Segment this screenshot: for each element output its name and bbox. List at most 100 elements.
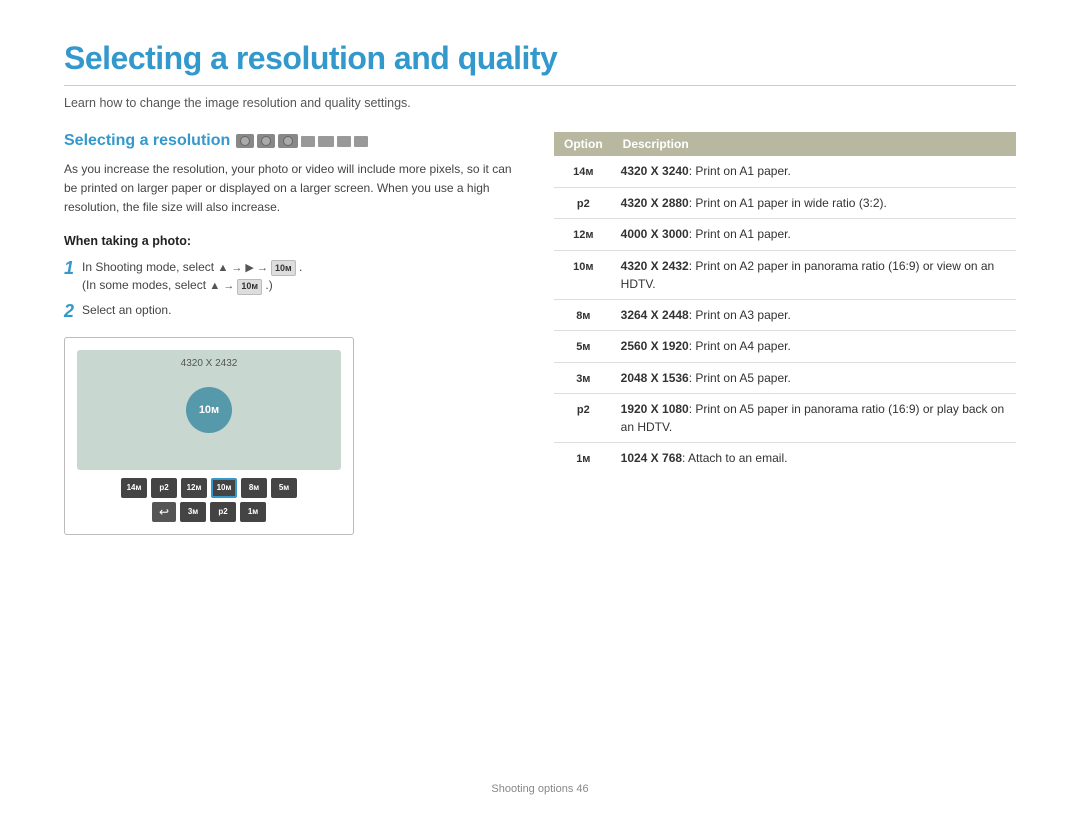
res-icon-0: 14м — [573, 164, 593, 181]
option-desc-cell: 3264 X 2448: Print on A3 paper. — [613, 299, 1016, 331]
res-icon-5: 5м — [576, 339, 590, 356]
table-row: 14м 4320 X 3240: Print on A1 paper. — [554, 156, 1016, 187]
step-2-text: Select an option. — [82, 301, 524, 319]
step-1-arrows: ▲ → ▶ → — [217, 262, 271, 274]
option-desc-cell: 4320 X 2880: Print on A1 paper in wide r… — [613, 187, 1016, 219]
table-row: 12м 4000 X 3000: Print on A1 paper. — [554, 219, 1016, 251]
res-icon-3: 10м — [573, 259, 593, 276]
option-resolution: 2560 X 1920 — [621, 339, 689, 353]
menu-row-2: ↩ 3м р2 1м — [77, 502, 341, 522]
option-resolution: 1024 X 768 — [621, 451, 682, 465]
option-icon-cell: 12м — [554, 219, 613, 251]
table-row: 3м 2048 X 1536: Print on A5 paper. — [554, 362, 1016, 394]
table-row: 5м 2560 X 1920: Print on A4 paper. — [554, 331, 1016, 363]
preview-screen: 4320 X 2432 10м — [77, 350, 341, 470]
step-1-period: . — [299, 260, 302, 274]
step-1-number: 1 — [64, 258, 74, 280]
option-icon-cell: 8м — [554, 299, 613, 331]
option-desc-cell: 2560 X 1920: Print on A4 paper. — [613, 331, 1016, 363]
menu-icon-12m[interactable]: 12м — [181, 478, 207, 498]
menu-icon-5m[interactable]: 5м — [271, 478, 297, 498]
menu-icon-1m[interactable]: 1м — [240, 502, 266, 522]
option-description: : Print on A1 paper. — [689, 164, 791, 178]
option-desc-cell: 1920 X 1080: Print on A5 paper in panora… — [613, 394, 1016, 443]
res-icon-1: р2 — [577, 196, 590, 213]
step-2: 2 Select an option. — [64, 301, 524, 323]
step-1-icon2: 10м — [237, 279, 262, 295]
page-title: Selecting a resolution and quality — [64, 40, 1016, 77]
option-description: : Print on A3 paper. — [689, 308, 791, 322]
steps-list: 1 In Shooting mode, select ▲ → ▶ → 10м .… — [64, 258, 524, 323]
content-area: Selecting a resolution As you increase t… — [64, 132, 1016, 535]
section-title-text: Selecting a resolution — [64, 132, 230, 150]
option-description: : Print on A1 paper. — [689, 227, 791, 241]
table-row: р2 1920 X 1080: Print on A5 paper in pano… — [554, 394, 1016, 443]
col-description: Description — [613, 132, 1016, 156]
col-option: Option — [554, 132, 613, 156]
option-resolution: 4320 X 3240 — [621, 164, 689, 178]
camera-icon-2 — [257, 134, 275, 148]
table-row: 1м 1024 X 768: Attach to an email. — [554, 443, 1016, 474]
camera-icon — [236, 134, 254, 148]
right-column: Option Description 14м4320 X 3240: Print… — [554, 132, 1016, 535]
menu-row-1: 14м р2 12м 10м 8м 5м — [77, 478, 341, 498]
step-1-text-part3: .) — [265, 278, 272, 292]
step-1-text-part2: (In some modes, select — [82, 278, 209, 292]
step-1-icon: 10м — [271, 260, 296, 276]
page-subtitle: Learn how to change the image resolution… — [64, 96, 1016, 110]
option-icon-cell: 14м — [554, 156, 613, 187]
option-resolution: 1920 X 1080 — [621, 402, 689, 416]
resolution-center-button[interactable]: 10м — [186, 387, 232, 433]
table-row: р2 4320 X 2880: Print on A1 paper in wide… — [554, 187, 1016, 219]
option-resolution: 3264 X 2448 — [621, 308, 689, 322]
table-row: 10м 4320 X 2432: Print on A2 paper in pan… — [554, 250, 1016, 299]
section-icons — [236, 134, 368, 148]
option-icon-cell: р2 — [554, 394, 613, 443]
option-description: : Print on A4 paper. — [689, 339, 791, 353]
mode-icon-2 — [318, 136, 334, 147]
menu-icon-3m[interactable]: 3м — [180, 502, 206, 522]
resolution-center-text: 10м — [199, 404, 219, 416]
page-footer: Shooting options 46 — [0, 783, 1080, 795]
camera-icon-3 — [278, 134, 298, 148]
section-title: Selecting a resolution — [64, 132, 524, 150]
option-description: : Print on A5 paper. — [689, 371, 791, 385]
option-resolution: 4320 X 2432 — [621, 259, 689, 273]
option-desc-cell: 4320 X 3240: Print on A1 paper. — [613, 156, 1016, 187]
title-divider — [64, 85, 1016, 86]
step-1-text: In Shooting mode, select ▲ → ▶ → 10м . (… — [82, 258, 524, 296]
option-resolution: 4000 X 3000 — [621, 227, 689, 241]
option-desc-cell: 4320 X 2432: Print on A2 paper in panora… — [613, 250, 1016, 299]
res-icon-7: р2 — [577, 402, 590, 419]
option-desc-cell: 1024 X 768: Attach to an email. — [613, 443, 1016, 474]
table-header-row: Option Description — [554, 132, 1016, 156]
step-1-arrows2: ▲ → — [209, 280, 237, 292]
step-2-number: 2 — [64, 301, 74, 323]
mode-icon-1 — [301, 136, 315, 147]
left-column: Selecting a resolution As you increase t… — [64, 132, 524, 535]
table-row: 8м3264 X 2448: Print on A3 paper. — [554, 299, 1016, 331]
menu-icon-14m[interactable]: 14м — [121, 478, 147, 498]
body-text: As you increase the resolution, your pho… — [64, 160, 524, 218]
menu-icon-8m[interactable]: 8м — [241, 478, 267, 498]
mode-icon-3 — [337, 136, 351, 147]
menu-icon-p2[interactable]: р2 — [151, 478, 177, 498]
step-1-text-part1: In Shooting mode, select — [82, 260, 217, 274]
when-label: When taking a photo: — [64, 234, 524, 248]
res-icon-2: 12м — [573, 227, 593, 244]
option-description: : Print on A1 paper in wide ratio (3:2). — [689, 196, 887, 210]
camera-preview: 4320 X 2432 10м 14м р2 12м 10м 8м 5м ↩ — [64, 337, 354, 535]
step-1: 1 In Shooting mode, select ▲ → ▶ → 10м .… — [64, 258, 524, 296]
res-icon-6: 3м — [576, 371, 590, 388]
option-icon-cell: 3м — [554, 362, 613, 394]
option-icon-cell: р2 — [554, 187, 613, 219]
mode-icon-4 — [354, 136, 368, 147]
menu-icon-p2-2[interactable]: р2 — [210, 502, 236, 522]
back-button[interactable]: ↩ — [152, 502, 176, 522]
option-desc-cell: 4000 X 3000: Print on A1 paper. — [613, 219, 1016, 251]
res-icon-8: 1м — [576, 451, 590, 468]
option-icon-cell: 10м — [554, 250, 613, 299]
option-desc-cell: 2048 X 1536: Print on A5 paper. — [613, 362, 1016, 394]
menu-icon-10m[interactable]: 10м — [211, 478, 237, 498]
option-resolution: 4320 X 2880 — [621, 196, 689, 210]
